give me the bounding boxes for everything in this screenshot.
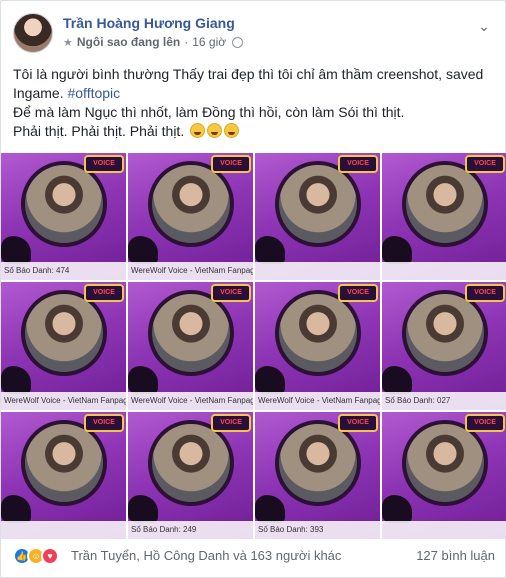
star-icon: ★ bbox=[63, 36, 73, 49]
author-name[interactable]: Trần Hoàng Hương Giang bbox=[63, 15, 235, 31]
post-footer: 👍 ☺ ♥ Trần Tuyển, Hồ Công Danh và 163 ng… bbox=[13, 545, 495, 567]
author-avatar[interactable] bbox=[13, 13, 53, 53]
profile-photo bbox=[20, 290, 107, 377]
photo-card[interactable]: VOICE bbox=[255, 153, 380, 281]
post-header: Trần Hoàng Hương Giang ★ Ngôi sao đang l… bbox=[13, 13, 493, 55]
card-caption: WereWolf Voice - VietNam Fanpage bbox=[1, 391, 126, 410]
wolf-icon bbox=[128, 495, 158, 523]
werewolf-voice-logo: VOICE bbox=[338, 413, 378, 432]
love-icon: ♥ bbox=[41, 547, 59, 565]
card-caption: Số Báo Danh: 474 bbox=[1, 262, 126, 281]
card-caption bbox=[255, 262, 380, 281]
laughing-emoji-icon bbox=[224, 123, 240, 138]
profile-photo bbox=[401, 161, 488, 247]
card-caption bbox=[1, 521, 126, 539]
photo-card[interactable]: VOICE Số Báo Danh: 474 bbox=[1, 153, 126, 281]
photo-card[interactable]: VOICE bbox=[382, 153, 506, 281]
photo-card[interactable]: VOICE Số Báo Danh: 027 bbox=[382, 282, 506, 410]
comments-count[interactable]: 127 bình luận bbox=[416, 548, 495, 563]
wolf-icon bbox=[1, 365, 31, 394]
laughing-emoji-icon bbox=[190, 123, 206, 138]
photo-card[interactable]: VOICE WereWolf Voice - VietNam Fanpage bbox=[1, 282, 126, 410]
photo-grid: VOICE Số Báo Danh: 474 VOICE WereWolf Voic… bbox=[1, 153, 506, 539]
hashtag-link[interactable]: #offtopic bbox=[67, 85, 120, 101]
card-caption: WereWolf Voice - VietNam Fanpage bbox=[128, 391, 253, 410]
wolf-icon bbox=[382, 495, 412, 523]
post-line-2: Để mà làm Ngục thì nhốt, làm Đồng thì hồ… bbox=[13, 104, 405, 120]
wolf-icon bbox=[255, 365, 285, 394]
photo-card[interactable]: VOICE WereWolf Voice - VietNam Fanpage bbox=[128, 153, 253, 281]
reaction-icons[interactable]: 👍 ☺ ♥ bbox=[13, 547, 59, 565]
werewolf-voice-logo: VOICE bbox=[84, 155, 124, 173]
photo-card[interactable]: VOICE WereWolf Voice - VietNam Fanpage bbox=[255, 282, 380, 410]
werewolf-voice-logo: VOICE bbox=[211, 413, 251, 432]
profile-photo bbox=[20, 161, 107, 247]
wolf-icon bbox=[255, 236, 285, 265]
feed-post: Trần Hoàng Hương Giang ★ Ngôi sao đang l… bbox=[0, 0, 506, 578]
photo-card[interactable]: VOICE bbox=[382, 411, 506, 539]
meta-separator: · bbox=[184, 35, 189, 49]
wolf-icon bbox=[128, 236, 158, 265]
photo-card[interactable]: VOICE WereWolf Voice - VietNam Fanpage bbox=[128, 282, 253, 410]
profile-photo bbox=[147, 290, 234, 377]
profile-photo bbox=[274, 161, 361, 247]
post-line-1: Tôi là người bình thường Thấy trai đẹp t… bbox=[13, 66, 484, 101]
werewolf-voice-logo: VOICE bbox=[338, 155, 378, 173]
profile-photo bbox=[274, 419, 361, 506]
card-caption bbox=[382, 521, 506, 539]
laughing-emoji-icon bbox=[207, 123, 223, 138]
photo-card[interactable]: VOICE Số Báo Danh: 393 bbox=[255, 411, 380, 539]
chevron-down-icon[interactable]: ⌄ bbox=[475, 17, 493, 35]
wolf-icon bbox=[382, 365, 412, 394]
globe-icon bbox=[232, 36, 244, 48]
werewolf-voice-logo: VOICE bbox=[338, 284, 378, 303]
werewolf-voice-logo: VOICE bbox=[211, 155, 251, 173]
photo-card[interactable]: VOICE Số Báo Danh: 249 bbox=[128, 411, 253, 539]
wolf-icon bbox=[382, 236, 412, 265]
werewolf-voice-logo: VOICE bbox=[211, 284, 251, 303]
author-badge[interactable]: Ngôi sao đang lên bbox=[77, 35, 180, 49]
card-caption: WereWolf Voice - VietNam Fanpage bbox=[255, 391, 380, 410]
werewolf-voice-logo: VOICE bbox=[465, 284, 505, 303]
werewolf-voice-logo: VOICE bbox=[465, 155, 505, 173]
profile-photo bbox=[401, 419, 488, 506]
wolf-icon bbox=[255, 495, 285, 523]
card-caption: Số Báo Danh: 027 bbox=[382, 391, 506, 410]
card-caption: WereWolf Voice - VietNam Fanpage bbox=[128, 262, 253, 281]
werewolf-voice-logo: VOICE bbox=[465, 413, 505, 432]
post-time[interactable]: 16 giờ bbox=[192, 35, 226, 49]
reaction-names[interactable]: Trần Tuyển, Hồ Công Danh và 163 người kh… bbox=[71, 548, 341, 563]
profile-photo bbox=[147, 161, 234, 247]
post-line-3: Phải thịt. Phải thịt. Phải thịt. bbox=[13, 122, 495, 141]
post-meta: ★ Ngôi sao đang lên · 16 giờ bbox=[63, 35, 244, 49]
wolf-icon bbox=[1, 236, 31, 265]
profile-photo bbox=[20, 419, 107, 506]
photo-card[interactable]: VOICE bbox=[1, 411, 126, 539]
wolf-icon bbox=[1, 495, 31, 523]
card-caption: Số Báo Danh: 249 bbox=[128, 521, 253, 539]
profile-photo bbox=[147, 419, 234, 506]
werewolf-voice-logo: VOICE bbox=[84, 284, 124, 303]
card-caption: Số Báo Danh: 393 bbox=[255, 521, 380, 539]
profile-photo bbox=[274, 290, 361, 377]
wolf-icon bbox=[128, 365, 158, 394]
post-body: Tôi là người bình thường Thấy trai đẹp t… bbox=[13, 65, 495, 141]
profile-photo bbox=[401, 290, 488, 377]
card-caption bbox=[382, 262, 506, 281]
werewolf-voice-logo: VOICE bbox=[84, 413, 124, 432]
